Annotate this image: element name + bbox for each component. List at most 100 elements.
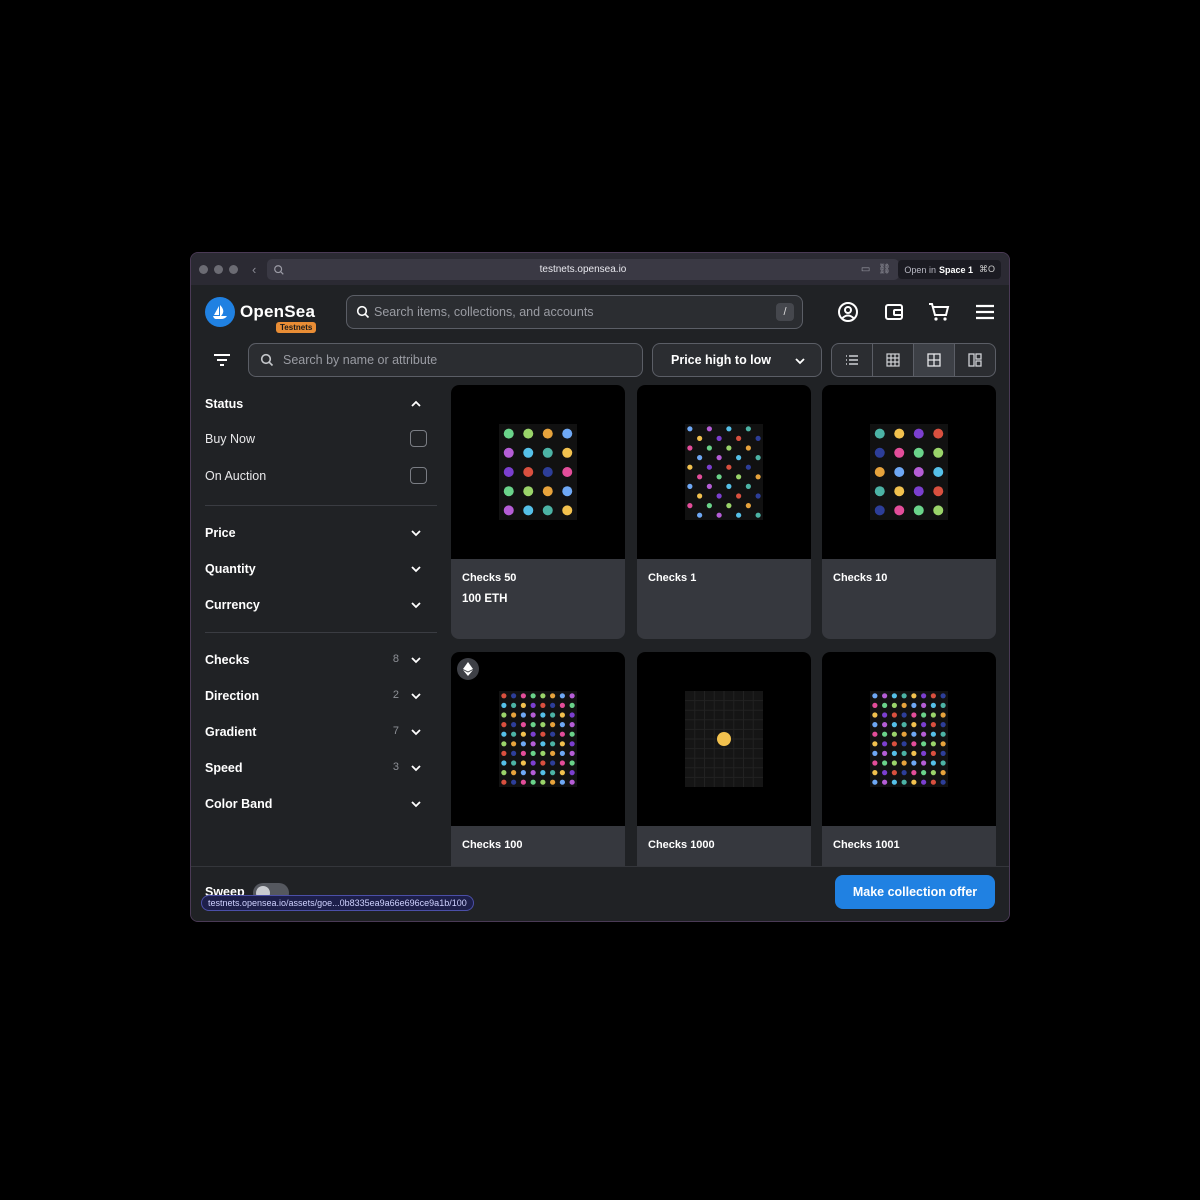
- footer-bar: Sweep Make collection offer testnets.ope…: [191, 866, 1009, 921]
- compact-grid-view-button[interactable]: [873, 344, 914, 376]
- check-mark: [911, 693, 917, 699]
- check-mark: [921, 722, 927, 728]
- item-card[interactable]: Checks 1: [637, 385, 811, 639]
- address-bar[interactable]: testnets.opensea.io ▭ ⛓: [267, 259, 899, 280]
- check-mark: [569, 760, 575, 766]
- check-mark: [891, 760, 897, 766]
- filter-price[interactable]: Price: [205, 514, 437, 550]
- global-search-input[interactable]: Search items, collections, and accounts …: [346, 295, 803, 329]
- list-view-button[interactable]: [832, 344, 873, 376]
- trait-direction[interactable]: Direction 2: [205, 677, 437, 713]
- check-mark: [930, 750, 936, 756]
- check-mark: [569, 750, 575, 756]
- check-mark: [755, 435, 761, 441]
- check-mark: [913, 486, 924, 497]
- buy-now-option[interactable]: Buy Now: [205, 421, 437, 458]
- check-mark: [523, 505, 534, 516]
- large-grid-view-button[interactable]: [914, 344, 955, 376]
- check-mark: [550, 693, 556, 699]
- check-mark: [540, 779, 546, 785]
- search-shortcut-key: /: [776, 303, 794, 321]
- check-mark: [921, 779, 927, 785]
- make-collection-offer-button[interactable]: Make collection offer: [835, 875, 995, 909]
- trait-speed[interactable]: Speed 3: [205, 749, 437, 785]
- trait-label: Speed: [205, 761, 243, 775]
- sidebar-divider: [205, 505, 437, 506]
- check-mark: [745, 503, 751, 509]
- check-mark: [921, 693, 927, 699]
- check-mark: [921, 702, 927, 708]
- filter-toggle-icon[interactable]: [211, 351, 233, 369]
- check-mark: [882, 750, 888, 756]
- ethereum-icon: [457, 658, 479, 680]
- check-mark: [562, 447, 573, 458]
- check-mark: [530, 712, 536, 718]
- item-image: [451, 385, 625, 559]
- buy-now-checkbox[interactable]: [410, 430, 427, 447]
- filter-quantity[interactable]: Quantity: [205, 550, 437, 586]
- check-mark: [530, 779, 536, 785]
- check-mark: [921, 750, 927, 756]
- check-mark: [930, 702, 936, 708]
- trait-gradient[interactable]: Gradient 7: [205, 713, 437, 749]
- menu-icon[interactable]: [972, 299, 998, 325]
- trait-checks[interactable]: Checks 8: [205, 641, 437, 677]
- check-mark: [559, 770, 565, 776]
- chevron-down-icon: [411, 765, 421, 772]
- back-arrow-icon[interactable]: ‹: [252, 262, 256, 277]
- link-icon[interactable]: ⛓: [878, 264, 891, 275]
- zoom-window-button[interactable]: [229, 264, 238, 274]
- check-mark: [559, 722, 565, 728]
- trait-label: Color Band: [205, 797, 273, 811]
- cart-icon[interactable]: [926, 299, 952, 325]
- minimize-window-button[interactable]: [214, 264, 223, 274]
- sort-dropdown[interactable]: Price high to low: [652, 343, 822, 377]
- brand-name[interactable]: OpenSea: [240, 302, 315, 322]
- status-section-header[interactable]: Status: [205, 385, 437, 421]
- close-window-button[interactable]: [199, 264, 208, 274]
- check-mark: [921, 770, 927, 776]
- check-mark: [530, 770, 536, 776]
- on-auction-checkbox[interactable]: [410, 467, 427, 484]
- attribute-search-input[interactable]: Search by name or attribute: [248, 343, 643, 377]
- check-mark: [940, 770, 946, 776]
- check-mark: [540, 702, 546, 708]
- check-mark: [894, 447, 905, 458]
- check-mark: [687, 483, 693, 489]
- chevron-up-icon: [411, 400, 421, 407]
- check-mark: [901, 722, 907, 728]
- reader-icon[interactable]: ▭: [861, 264, 870, 275]
- check-mark: [933, 486, 944, 497]
- open-in-space-button[interactable]: Open in Space 1 ⌘O: [898, 260, 1001, 279]
- check-mark: [882, 731, 888, 737]
- on-auction-option[interactable]: On Auction: [205, 458, 437, 495]
- check-mark: [882, 760, 888, 766]
- check-mark: [503, 467, 514, 477]
- check-mark: [540, 731, 546, 737]
- wallet-icon[interactable]: [881, 299, 907, 325]
- on-auction-label: On Auction: [205, 469, 267, 483]
- check-mark: [930, 693, 936, 699]
- masonry-view-button[interactable]: [955, 344, 995, 376]
- check-mark: [501, 693, 507, 699]
- filter-currency[interactable]: Currency: [205, 586, 437, 622]
- check-mark: [562, 505, 573, 516]
- checks-artwork: [499, 691, 577, 787]
- check-mark: [933, 447, 944, 458]
- item-card[interactable]: Checks 50 100 ETH: [451, 385, 625, 639]
- check-mark: [901, 779, 907, 785]
- check-mark: [894, 486, 905, 497]
- check-mark: [940, 731, 946, 737]
- trait-label: Gradient: [205, 725, 257, 739]
- check-mark: [913, 428, 924, 439]
- check-mark: [697, 493, 703, 499]
- item-card[interactable]: Checks 10: [822, 385, 996, 639]
- check-mark: [550, 779, 556, 785]
- profile-icon[interactable]: [835, 299, 861, 325]
- check-mark: [697, 435, 703, 441]
- item-price: 100 ETH: [462, 593, 508, 605]
- opensea-logo-icon[interactable]: [205, 297, 235, 327]
- trait-color-band[interactable]: Color Band: [205, 785, 437, 821]
- check-mark: [882, 722, 888, 728]
- check-mark: [559, 741, 565, 747]
